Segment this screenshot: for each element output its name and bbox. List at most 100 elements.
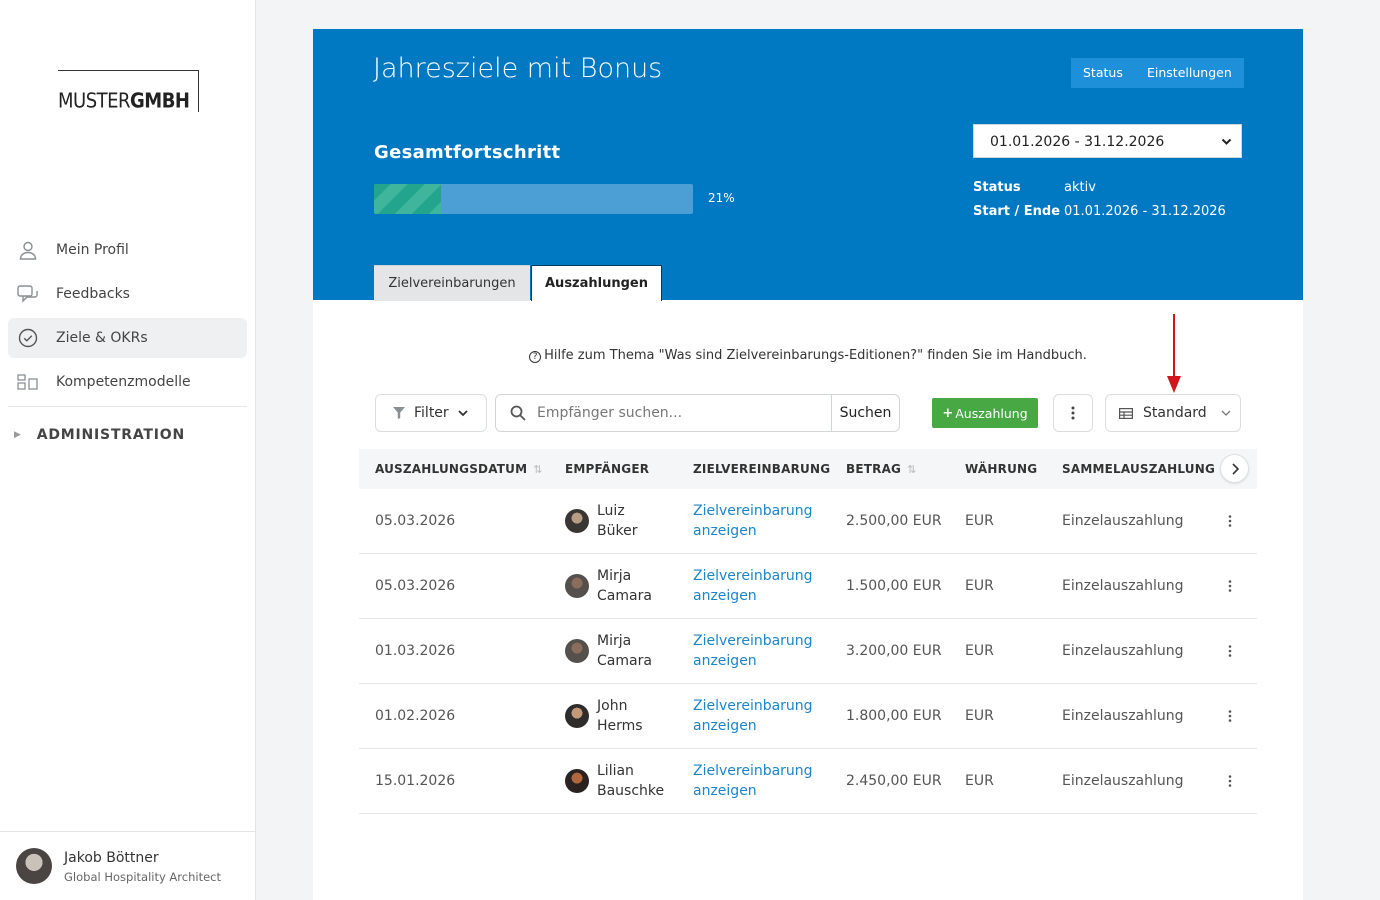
sort-icon[interactable]: ⇅ xyxy=(907,463,916,476)
cell-recipient[interactable]: Lilian Bauschke xyxy=(565,749,664,813)
kebab-icon xyxy=(1228,580,1232,592)
filter-label: Filter xyxy=(414,405,449,421)
view-agreement-link[interactable]: Zielvereinbarung anzeigen xyxy=(693,631,813,671)
user-profile-bar[interactable]: Jakob Böttner Global Hospitality Archite… xyxy=(0,831,256,900)
table-row[interactable]: 15.01.2026 Lilian Bauschke Zielvereinbaru… xyxy=(359,749,1257,814)
sort-icon[interactable]: ⇅ xyxy=(533,463,542,476)
status-value: aktiv xyxy=(1064,180,1096,195)
row-menu-button[interactable] xyxy=(1228,619,1232,683)
table-row[interactable]: 05.03.2026 Mirja Camara Zielvereinbarung a… xyxy=(359,554,1257,619)
chevron-down-icon xyxy=(1221,409,1231,417)
sidebar-item-mein-profil[interactable]: Mein Profil xyxy=(8,230,247,270)
status-label: Status xyxy=(973,180,1021,195)
table-row[interactable]: 01.03.2026 Mirja Camara Zielvereinbarung a… xyxy=(359,619,1257,684)
sidebar-item-label: Mein Profil xyxy=(56,242,129,258)
tab-zielvereinbarungen[interactable]: Zielvereinbarungen xyxy=(374,265,530,301)
row-menu-button[interactable] xyxy=(1228,554,1232,618)
cell-agreement: Zielvereinbarung anzeigen xyxy=(693,619,813,683)
cell-date: 05.03.2026 xyxy=(375,513,456,529)
table-row[interactable]: 01.02.2026 John Herms Zielvereinbarung anz… xyxy=(359,684,1257,749)
cell-recipient[interactable]: John Herms xyxy=(565,684,643,748)
cell-currency: EUR xyxy=(965,513,994,529)
user-role: Global Hospitality Architect xyxy=(64,870,221,884)
cell-currency: EUR xyxy=(965,773,994,789)
avatar xyxy=(565,639,589,663)
cell-payout-type: Einzelauszahlung xyxy=(1062,708,1184,724)
column-header-sammelauszahlung: SAMMELAUSZAHLUNG xyxy=(1062,462,1216,476)
recipient-name: Lilian Bauschke xyxy=(597,763,665,799)
chat-icon xyxy=(16,282,40,306)
avatar xyxy=(16,848,52,884)
cell-amount: 2.500,00 EUR xyxy=(846,513,942,529)
add-payout-button[interactable]: + Auszahlung xyxy=(932,398,1038,428)
period-select[interactable]: 01.01.2026 - 31.12.2026 xyxy=(973,124,1242,158)
progress-bar xyxy=(374,184,693,214)
sidebar-item-feedbacks[interactable]: Feedbacks xyxy=(8,274,247,314)
cell-agreement: Zielvereinbarung anzeigen xyxy=(693,749,813,813)
progress-percent: 21% xyxy=(708,191,735,205)
cell-amount: 1.500,00 EUR xyxy=(846,578,942,594)
search-input[interactable]: Empfänger suchen... xyxy=(496,395,831,431)
company-logo[interactable]: MUSTERGMBH xyxy=(56,70,199,115)
sidebar-item-administration[interactable]: ▶ ADMINISTRATION xyxy=(8,407,247,463)
settings-button[interactable]: Einstellungen xyxy=(1135,58,1244,88)
cell-recipient[interactable]: Mirja Camara xyxy=(565,554,652,618)
cell-currency: EUR xyxy=(965,643,994,659)
sidebar-item-ziele-okrs[interactable]: Ziele & OKRs xyxy=(8,318,247,358)
goal-header: Jahresziele mit Bonus Status Einstellung… xyxy=(313,29,1303,301)
table-icon xyxy=(1119,407,1133,419)
cell-agreement: Zielvereinbarung anzeigen xyxy=(693,684,813,748)
view-agreement-link[interactable]: Zielvereinbarung anzeigen xyxy=(693,761,813,801)
recipient-name: Mirja Camara xyxy=(597,633,652,669)
range-value: 01.01.2026 - 31.12.2026 xyxy=(1064,204,1226,219)
chevron-down-icon xyxy=(458,409,468,417)
sidebar-item-kompetenzmodelle[interactable]: Kompetenzmodelle xyxy=(8,362,247,402)
caret-right-icon: ▶ xyxy=(14,430,22,440)
filter-button[interactable]: Filter xyxy=(375,394,487,432)
cell-date: 15.01.2026 xyxy=(375,773,456,789)
main-nav: Mein Profil Feedbacks Ziele & OKRs Kompe… xyxy=(8,230,247,463)
cell-payout-type: Einzelauszahlung xyxy=(1062,773,1184,789)
kebab-icon xyxy=(1228,515,1232,527)
more-options-button[interactable] xyxy=(1053,394,1093,432)
kebab-icon xyxy=(1071,406,1075,420)
cell-date: 01.02.2026 xyxy=(375,708,456,724)
cell-agreement: Zielvereinbarung anzeigen xyxy=(693,554,813,618)
row-menu-button[interactable] xyxy=(1228,684,1232,748)
tab-auszahlungen[interactable]: Auszahlungen xyxy=(531,265,662,301)
search-button[interactable]: Suchen xyxy=(831,395,899,431)
table-row[interactable]: 05.03.2026 Luiz Büker Zielvereinbarung anz… xyxy=(359,489,1257,554)
view-agreement-link[interactable]: Zielvereinbarung anzeigen xyxy=(693,566,813,606)
grid-icon xyxy=(16,370,40,394)
recipient-name: Luiz Büker xyxy=(597,503,638,539)
view-agreement-link[interactable]: Zielvereinbarung anzeigen xyxy=(693,696,813,736)
avatar xyxy=(565,769,589,793)
recipient-name: John Herms xyxy=(597,698,643,734)
status-button[interactable]: Status xyxy=(1071,58,1135,88)
cell-amount: 3.200,00 EUR xyxy=(846,643,942,659)
sidebar-item-label: Feedbacks xyxy=(56,286,130,302)
cell-date: 05.03.2026 xyxy=(375,578,456,594)
help-text: Hilfe zum Thema "Was sind Zielvereinbaru… xyxy=(544,348,1087,363)
view-select-button[interactable]: Standard xyxy=(1105,394,1241,432)
sidebar: MUSTERGMBH Mein Profil Feedbacks Ziele &… xyxy=(0,0,256,900)
column-header-betrag[interactable]: BETRAG ⇅ xyxy=(846,449,917,490)
view-agreement-link[interactable]: Zielvereinbarung anzeigen xyxy=(693,501,813,541)
user-name: Jakob Böttner xyxy=(64,850,159,866)
avatar xyxy=(565,574,589,598)
help-hint[interactable]: ? Hilfe zum Thema "Was sind Zielvereinbar… xyxy=(313,348,1303,363)
cell-recipient[interactable]: Mirja Camara xyxy=(565,619,652,683)
scroll-right-button[interactable] xyxy=(1220,454,1249,483)
progress-fill xyxy=(374,184,441,214)
cell-amount: 1.800,00 EUR xyxy=(846,708,942,724)
cell-currency: EUR xyxy=(965,708,994,724)
cell-recipient[interactable]: Luiz Büker xyxy=(565,489,637,553)
column-header-auszahlungsdatum[interactable]: AUSZAHLUNGSDATUM ⇅ xyxy=(375,449,543,490)
row-menu-button[interactable] xyxy=(1228,489,1232,553)
kebab-icon xyxy=(1228,645,1232,657)
period-value: 01.01.2026 - 31.12.2026 xyxy=(990,134,1165,150)
cell-currency: EUR xyxy=(965,578,994,594)
plus-icon: + xyxy=(942,405,954,421)
row-menu-button[interactable] xyxy=(1228,749,1232,813)
cell-date: 01.03.2026 xyxy=(375,643,456,659)
